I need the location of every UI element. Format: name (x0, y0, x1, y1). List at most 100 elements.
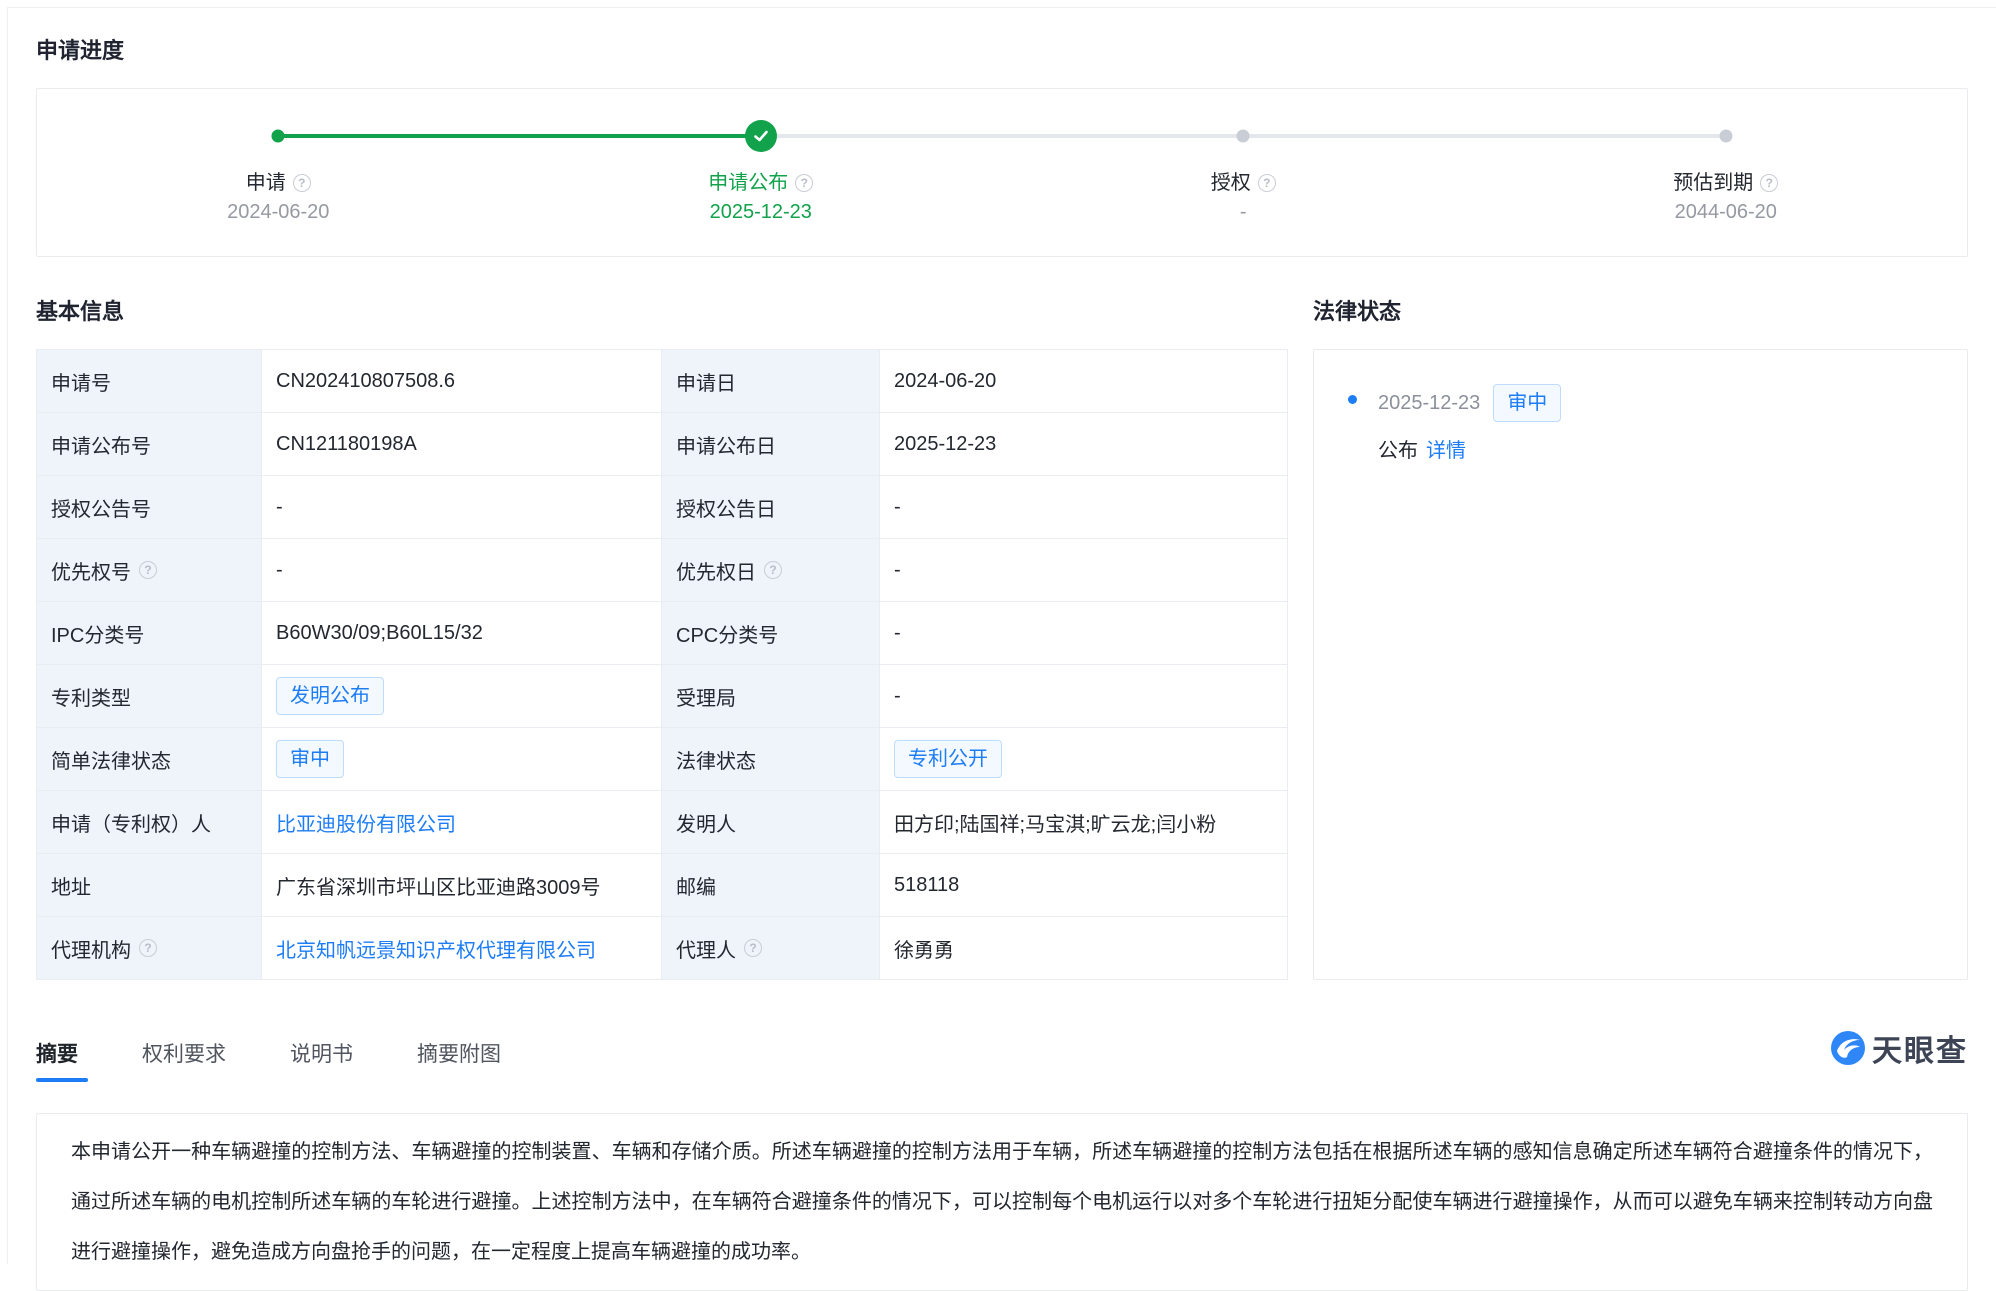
help-question-icon[interactable]: ? (293, 174, 311, 192)
status-tag: 审中 (276, 740, 344, 778)
help-question-icon[interactable]: ? (139, 561, 157, 579)
info-label-text: CPC分类号 (676, 619, 778, 648)
info-value-cell: - (880, 539, 1288, 602)
info-label: 代理机构? (51, 934, 247, 963)
info-label-cell: 专利类型 (37, 665, 262, 728)
info-label-text: 申请公布日 (676, 430, 776, 459)
step-name-text: 授权 (1211, 169, 1251, 197)
stepper-connector (278, 134, 761, 138)
info-label: 邮编 (676, 871, 865, 900)
legal-status-line1: 2025-12-23 审中 (1378, 384, 1561, 422)
application-progress-stepper: 申请?2024-06-20申请公布?2025-12-23授权?-预估到期?204… (36, 88, 1968, 257)
info-label-text: IPC分类号 (51, 619, 144, 648)
step-date: 2025-12-23 (520, 197, 1003, 227)
info-label: 授权公告日 (676, 493, 865, 522)
help-question-icon[interactable]: ? (1258, 174, 1276, 192)
info-value-cell: CN121180198A (262, 413, 662, 476)
info-label-text: 优先权号 (51, 556, 131, 585)
info-label-text: 授权公告日 (676, 493, 776, 522)
step-node-dot (272, 130, 285, 143)
legal-status-tag: 审中 (1493, 384, 1561, 422)
info-label-cell: 代理机构? (37, 917, 262, 980)
info-value-cell: - (262, 476, 662, 539)
stepper-labels: 申请?2024-06-20申请公布?2025-12-23授权?-预估到期?204… (37, 169, 1967, 227)
step-node-dot (1719, 130, 1732, 143)
legal-status-panel: 2025-12-23 审中公布详情 (1313, 349, 1968, 980)
info-label-cell: 简单法律状态 (37, 728, 262, 791)
stepper-connector (761, 134, 1244, 138)
legal-status-action: 公布 (1378, 440, 1418, 462)
info-label: IPC分类号 (51, 619, 247, 648)
info-label-text: 法律状态 (676, 745, 756, 774)
tab-摘要[interactable]: 摘要 (36, 1043, 78, 1082)
info-value-cell: - (880, 665, 1288, 728)
info-label-text: 申请（专利权）人 (51, 808, 211, 837)
step-date: 2024-06-20 (37, 197, 520, 227)
help-question-icon[interactable]: ? (1760, 174, 1778, 192)
abstract-text: 本申请公开一种车辆避撞的控制方法、车辆避撞的控制装置、车辆和存储介质。所述车辆避… (71, 1141, 1933, 1263)
tianyancha-logo-text: 天眼查 (1872, 1026, 1968, 1070)
info-label-text: 专利类型 (51, 682, 131, 711)
legal-status-item: 2025-12-23 审中公布详情 (1348, 384, 1967, 463)
table-row: 申请公布号CN121180198A申请公布日2025-12-23 (37, 413, 1288, 476)
document-tabs: 摘要 权利要求 说明书 摘要附图 天眼查 (36, 1026, 1968, 1080)
tab-说明书[interactable]: 说明书 (290, 1043, 353, 1082)
step-date: - (1002, 197, 1485, 227)
info-label: 优先权号? (51, 556, 247, 585)
info-value-cell: - (262, 539, 662, 602)
info-label-cell: 申请（专利权）人 (37, 791, 262, 854)
table-row: 代理机构?北京知帆远景知识产权代理有限公司代理人?徐勇勇 (37, 917, 1288, 980)
entity-link[interactable]: 北京知帆远景知识产权代理有限公司 (276, 940, 596, 962)
table-row: 申请号CN202410807508.6申请日2024-06-20 (37, 350, 1288, 413)
info-label: CPC分类号 (676, 619, 865, 648)
step-check-icon (745, 120, 777, 152)
info-label: 简单法律状态 (51, 745, 247, 774)
step-name: 申请公布? (520, 169, 1003, 197)
info-label-cell: 优先权日? (662, 539, 880, 602)
table-row: 地址广东省深圳市坪山区比亚迪路3009号邮编518118 (37, 854, 1288, 917)
step-预估到期: 预估到期?2044-06-20 (1485, 169, 1968, 227)
patent-detail-card: 申请进度 申请?2024-06-20申请公布?2025-12-23授权?-预估到… (7, 7, 1996, 1264)
tianyancha-logo[interactable]: 天眼查 (1830, 1026, 1968, 1080)
info-label: 优先权日? (676, 556, 865, 585)
legal-status-detail-link[interactable]: 详情 (1426, 440, 1466, 462)
info-label-cell: 申请公布号 (37, 413, 262, 476)
info-label-cell: 法律状态 (662, 728, 880, 791)
info-label-cell: CPC分类号 (662, 602, 880, 665)
table-row: 优先权号?-优先权日?- (37, 539, 1288, 602)
info-value-cell: 专利公开 (880, 728, 1288, 791)
help-question-icon[interactable]: ? (139, 939, 157, 957)
info-label-text: 申请日 (676, 367, 736, 396)
info-label-cell: IPC分类号 (37, 602, 262, 665)
stepper-connector (1243, 134, 1726, 138)
tab-摘要附图[interactable]: 摘要附图 (417, 1043, 501, 1082)
entity-link[interactable]: 比亚迪股份有限公司 (276, 814, 456, 836)
info-label-cell: 申请号 (37, 350, 262, 413)
table-row: 申请（专利权）人比亚迪股份有限公司发明人田方印;陆国祥;马宝淇;旷云龙;闫小粉 (37, 791, 1288, 854)
info-label-text: 授权公告号 (51, 493, 151, 522)
legal-status-section-title: 法律状态 (1313, 297, 1968, 327)
step-name: 授权? (1002, 169, 1485, 197)
info-value-cell: 518118 (880, 854, 1288, 917)
info-label: 发明人 (676, 808, 865, 837)
step-name-text: 申请公布 (708, 169, 788, 197)
table-row: 简单法律状态审中 法律状态 专利公开 (37, 728, 1288, 791)
legal-status-date: 2025-12-23 (1378, 392, 1480, 415)
tab-权利要求[interactable]: 权利要求 (142, 1043, 226, 1082)
info-label: 法律状态 (676, 745, 865, 774)
help-question-icon[interactable]: ? (764, 561, 782, 579)
info-label-cell: 代理人? (662, 917, 880, 980)
info-label: 申请号 (51, 367, 247, 396)
info-label-cell: 邮编 (662, 854, 880, 917)
info-value-cell: 广东省深圳市坪山区比亚迪路3009号 (262, 854, 662, 917)
help-question-icon[interactable]: ? (744, 939, 762, 957)
help-question-icon[interactable]: ? (795, 174, 813, 192)
info-label-text: 发明人 (676, 808, 736, 837)
table-row: 授权公告号-授权公告日- (37, 476, 1288, 539)
status-tag: 专利公开 (894, 740, 1002, 778)
step-date: 2044-06-20 (1485, 197, 1968, 227)
tianyancha-logo-icon (1830, 1030, 1866, 1066)
table-row: IPC分类号B60W30/09;B60L15/32CPC分类号- (37, 602, 1288, 665)
info-value-cell: 比亚迪股份有限公司 (262, 791, 662, 854)
info-label-text: 代理机构 (51, 934, 131, 963)
